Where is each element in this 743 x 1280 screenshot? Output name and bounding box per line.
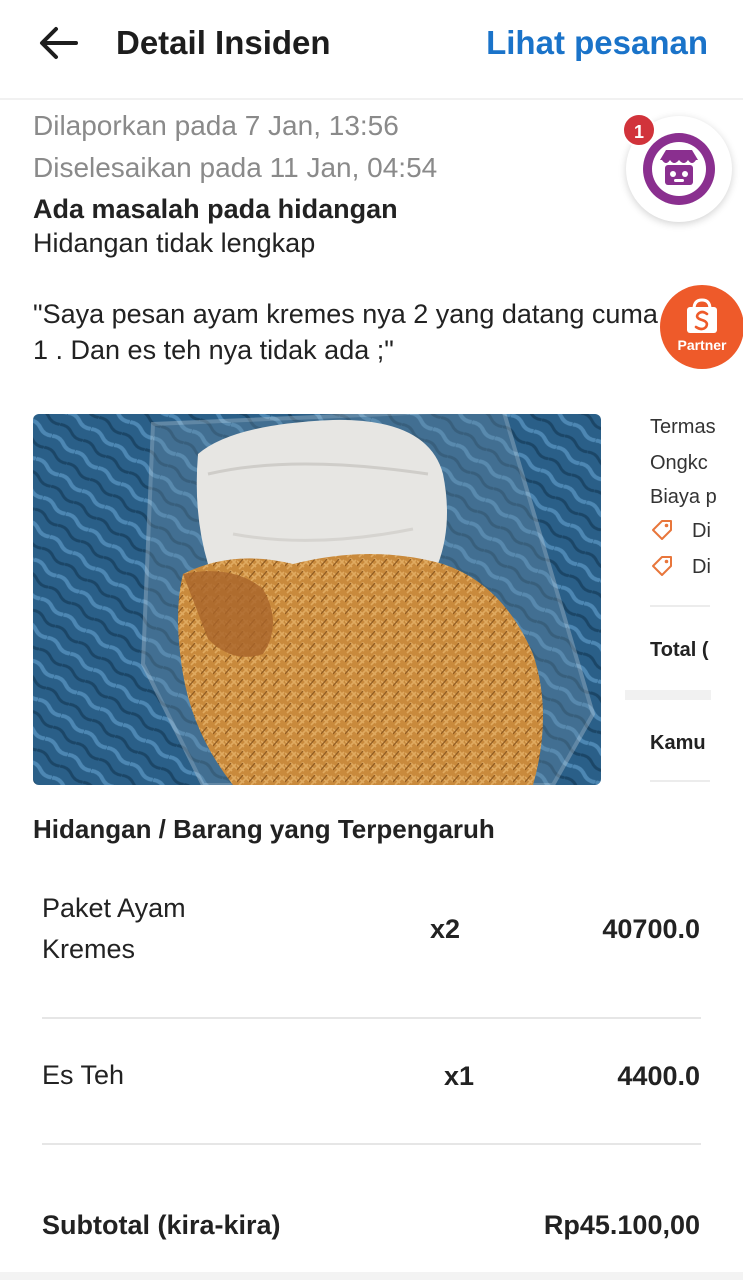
bottom-divider — [0, 1272, 743, 1280]
discount-tag-icon — [652, 556, 672, 576]
row-divider — [42, 1143, 701, 1145]
notification-badge: 1 — [622, 113, 656, 147]
peek-biaya: Biaya p — [650, 486, 717, 508]
resolved-timestamp: Diselesaikan pada 11 Jan, 04:54 — [33, 152, 438, 183]
peek-divider — [650, 780, 710, 782]
peek-discount-1: Di — [692, 520, 711, 542]
customer-note: "Saya pesan ayam kremes nya 2 yang datan… — [33, 299, 658, 365]
reported-timestamp: Dilaporkan pada 7 Jan, 13:56 — [33, 110, 399, 141]
arrow-left-icon[interactable] — [38, 26, 78, 60]
subtotal-value: Rp45.100,00 — [543, 1210, 700, 1240]
peek-total: Total ( — [650, 639, 709, 661]
row-divider — [42, 1017, 701, 1019]
item-name: Es Teh — [42, 1060, 125, 1090]
peek-kamu: Kamu — [650, 732, 706, 754]
partner-button[interactable]: Partner — [660, 285, 743, 369]
order-summary-peek: Termas Ongkc Biaya p Di Di Total ( Kamu — [625, 398, 743, 788]
partner-label: Partner — [677, 337, 727, 353]
app-header: Detail Insiden Lihat pesanan — [0, 0, 743, 100]
peek-ongkir: Ongkc — [650, 452, 708, 474]
evidence-photo[interactable] — [33, 414, 601, 785]
shopee-bag-icon — [687, 298, 717, 333]
page-title: Detail Insiden — [116, 24, 331, 61]
item-qty: x2 — [430, 914, 461, 944]
issue-category: Ada masalah pada hidangan — [33, 194, 398, 224]
peek-termasuk: Termas — [650, 416, 716, 438]
item-qty: x1 — [444, 1061, 475, 1091]
peek-section-gap — [625, 690, 711, 700]
peek-divider — [650, 605, 710, 607]
affected-items-title: Hidangan / Barang yang Terpengaruh — [33, 814, 495, 844]
item-name: Paket Ayam Kremes — [42, 893, 186, 964]
discount-tag-icon — [652, 520, 672, 540]
issue-subcategory: Hidangan tidak lengkap — [33, 228, 316, 258]
item-price: 4400.0 — [617, 1061, 700, 1091]
peek-discount-2: Di — [692, 556, 711, 578]
item-price: 40700.0 — [602, 914, 700, 944]
subtotal-label: Subtotal (kira-kira) — [42, 1210, 281, 1240]
view-order-link[interactable]: Lihat pesanan — [486, 24, 708, 62]
